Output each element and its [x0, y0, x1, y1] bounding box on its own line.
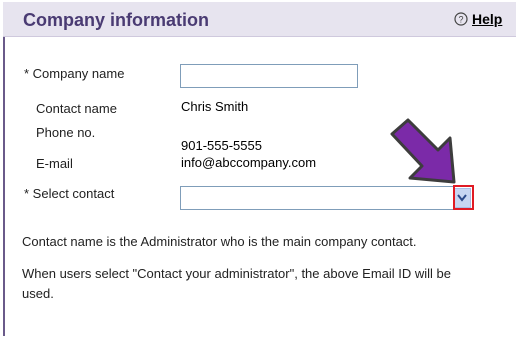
phone-label: Phone no.	[36, 125, 96, 140]
help-link[interactable]: Help	[472, 11, 502, 27]
contact-name-label: Contact name	[36, 101, 117, 116]
email-value: info@abccompany.com	[181, 155, 317, 170]
note-contact-admin: Contact name is the Administrator who is…	[22, 234, 417, 249]
contact-name-value: Chris Smith	[181, 99, 249, 114]
note-email-usage: When users select "Contact your administ…	[22, 266, 452, 301]
panel-header: Company information ? Help	[3, 2, 516, 37]
question-circle-icon[interactable]: ?	[454, 12, 468, 26]
arrow-pointer-icon	[390, 118, 456, 184]
svg-text:?: ?	[458, 15, 463, 25]
company-name-label: * Company name	[24, 66, 125, 81]
panel-title: Company information	[23, 10, 210, 30]
phone-value: 901-555-5555	[181, 138, 262, 153]
company-name-input[interactable]	[180, 64, 358, 88]
select-contact-label: * Select contact	[24, 186, 115, 201]
email-label: E-mail	[36, 156, 73, 171]
